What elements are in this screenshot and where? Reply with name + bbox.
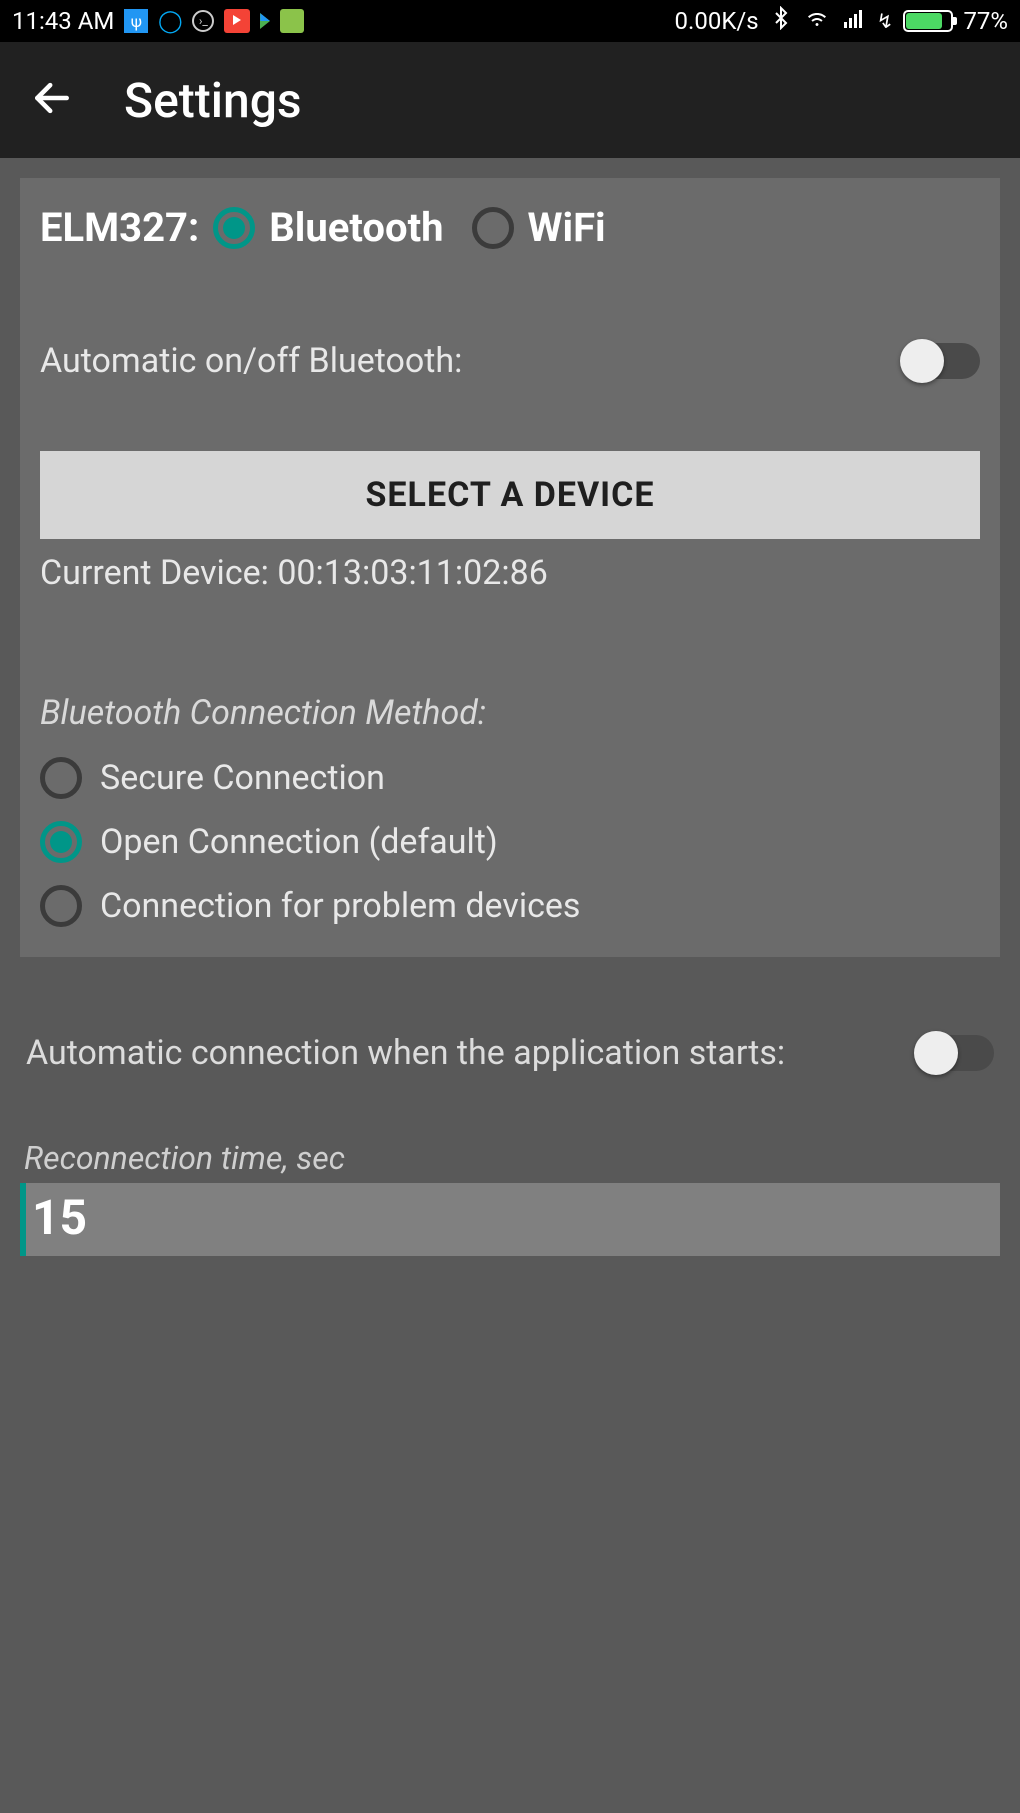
radio-problem-devices[interactable] [40, 885, 82, 927]
radio-problem-devices-label: Connection for problem devices [100, 886, 580, 926]
screen: 11:43 AM ψ ◯ ›_ 0.00K/s ↯ 77% [0, 0, 1020, 1813]
play-store-icon [260, 13, 270, 29]
select-device-button[interactable]: SELECT A DEVICE [40, 451, 980, 539]
app-circle-icon: ◯ [158, 9, 182, 33]
radio-problem-devices-row[interactable]: Connection for problem devices [40, 885, 980, 927]
auto-connection-label: Automatic connection when the applicatio… [26, 1033, 785, 1073]
radio-bluetooth-label: Bluetooth [269, 204, 443, 251]
auto-bluetooth-label: Automatic on/off Bluetooth: [40, 341, 462, 381]
elm-connection-type-row: ELM327: Bluetooth WiFi [40, 204, 980, 251]
usb-icon: ψ [124, 9, 148, 33]
terminal-icon: ›_ [192, 10, 214, 32]
reconnection-time-input[interactable] [32, 1189, 990, 1246]
signal-icon [841, 6, 867, 36]
radio-bluetooth[interactable] [213, 207, 255, 249]
page-title: Settings [124, 72, 302, 129]
current-device-label: Current Device: 00:13:03:11:02:86 [40, 553, 980, 593]
settings-body: ELM327: Bluetooth WiFi Automatic on/off … [0, 158, 1020, 1276]
radio-wifi-label: WiFi [528, 204, 606, 251]
status-bar-right: 0.00K/s ↯ 77% [675, 6, 1008, 36]
radio-open-connection-label: Open Connection (default) [100, 822, 498, 862]
current-device-prefix: Current Device: [40, 553, 277, 593]
elm-label: ELM327: [40, 204, 199, 251]
status-time: 11:43 AM [12, 7, 114, 35]
radio-secure-connection-label: Secure Connection [100, 758, 385, 798]
radio-open-connection-row[interactable]: Open Connection (default) [40, 821, 980, 863]
radio-wifi[interactable] [472, 207, 514, 249]
youtube-icon [224, 9, 250, 33]
auto-bluetooth-row: Automatic on/off Bluetooth: [40, 341, 980, 381]
auto-bluetooth-switch[interactable] [902, 343, 980, 379]
elm-card: ELM327: Bluetooth WiFi Automatic on/off … [20, 178, 1000, 957]
charging-icon: ↯ [877, 9, 894, 33]
battery-pct: 77% [963, 7, 1008, 35]
status-bar: 11:43 AM ψ ◯ ›_ 0.00K/s ↯ 77% [0, 0, 1020, 42]
status-bar-left: 11:43 AM ψ ◯ ›_ [12, 7, 304, 35]
radio-secure-connection-row[interactable]: Secure Connection [40, 757, 980, 799]
net-speed: 0.00K/s [675, 7, 759, 35]
back-arrow-icon[interactable] [30, 76, 74, 124]
reconnection-time-field[interactable] [20, 1183, 1000, 1256]
bluetooth-icon [769, 6, 793, 36]
auto-connection-row: Automatic connection when the applicatio… [20, 1027, 1000, 1079]
wifi-icon [803, 6, 831, 36]
reconnection-time-title: Reconnection time, sec [20, 1139, 1000, 1177]
radio-open-connection[interactable] [40, 821, 82, 863]
radio-secure-connection[interactable] [40, 757, 82, 799]
current-device-value: 00:13:03:11:02:86 [277, 553, 547, 593]
auto-connection-switch[interactable] [916, 1035, 994, 1071]
connection-method-title: Bluetooth Connection Method: [40, 693, 980, 733]
android-icon [280, 9, 304, 33]
battery-icon [903, 10, 953, 32]
app-bar: Settings [0, 42, 1020, 158]
